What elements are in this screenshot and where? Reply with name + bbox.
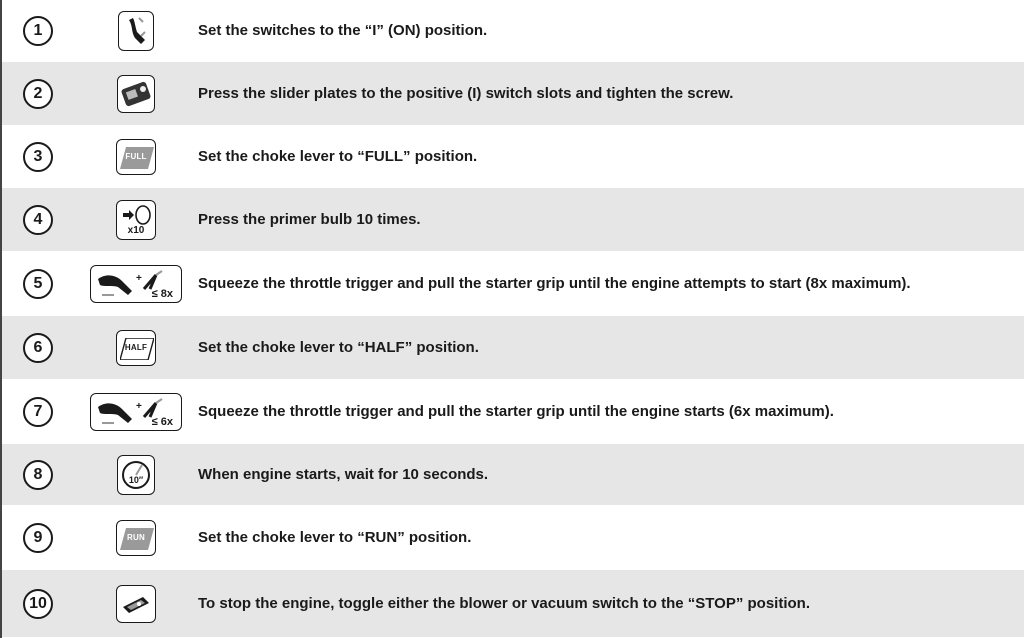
step-row: 1 Set the switches to the “I” (ON) posit… (2, 0, 1024, 62)
step-row: 10 To stop the engine, toggle either the… (2, 570, 1024, 638)
step-number: 7 (23, 396, 53, 427)
step-number: 8 (23, 459, 53, 490)
step-text: To stop the engine, toggle either the bl… (198, 594, 810, 612)
step-row: 8 10″ When engine starts, wait for 10 se… (2, 444, 1024, 506)
step-text: Press the primer bulb 10 times. (198, 210, 421, 228)
step-row: 5 + ≤ 8x Squeeze the throttle trigger an… (2, 252, 1024, 316)
svg-text:+: + (136, 401, 142, 412)
timer-label: 10″ (128, 474, 144, 485)
step-number: 9 (23, 522, 53, 553)
step-text: Press the slider plates to the positive … (198, 84, 734, 102)
step-text: Set the switches to the “I” (ON) positio… (198, 21, 488, 39)
step-number: 6 (23, 332, 53, 363)
instruction-table: 1 Set the switches to the “I” (ON) posit… (0, 0, 1024, 638)
step-number: 2 (23, 78, 53, 109)
step-number: 1 (23, 15, 53, 46)
step-number: 5 (23, 268, 53, 299)
step-number: 3 (23, 141, 53, 172)
step-row: 3 FULL Set the choke lever to “FULL” pos… (2, 126, 1024, 188)
step-row: 9 RUN Set the choke lever to “RUN” posit… (2, 506, 1024, 570)
choke-label: FULL (125, 152, 147, 161)
step-text: Set the choke lever to “RUN” position. (198, 528, 472, 546)
throttle-starter-icon: + ≤ 8x (90, 264, 182, 303)
choke-label: RUN (127, 533, 145, 542)
primer-bulb-icon: x10 (116, 199, 156, 240)
stop-switch-icon (116, 584, 156, 623)
slider-plate-icon (117, 74, 155, 113)
pull-count-label: ≤ 8x (151, 287, 173, 300)
step-text: Squeeze the throttle trigger and pull th… (198, 274, 911, 292)
svg-text:+: + (136, 273, 142, 284)
choke-full-icon: FULL (116, 138, 156, 175)
choke-run-icon: RUN (116, 519, 156, 556)
step-row: 6 HALF Set the choke lever to “HALF” pos… (2, 316, 1024, 380)
step-number: 4 (23, 204, 53, 235)
press-count-label: x10 (127, 224, 145, 236)
pull-count-label: ≤ 6x (151, 415, 173, 428)
choke-half-icon: HALF (116, 329, 156, 366)
switch-on-icon (118, 10, 154, 51)
step-text: Squeeze the throttle trigger and pull th… (198, 402, 834, 420)
step-number: 10 (23, 588, 53, 619)
choke-label: HALF (124, 343, 148, 352)
step-text: When engine starts, wait for 10 seconds. (198, 465, 489, 483)
step-text: Set the choke lever to “FULL” position. (198, 147, 478, 165)
step-row: 2 Press the slider plates to the positiv… (2, 62, 1024, 126)
step-row: 4 x10 Press the primer bulb 10 times. (2, 188, 1024, 252)
step-text: Set the choke lever to “HALF” position. (198, 338, 479, 356)
step-row: 7 + ≤ 6x Squeeze the throttle trigger an… (2, 380, 1024, 444)
throttle-starter-icon: + ≤ 6x (90, 392, 182, 431)
timer-icon: 10″ (117, 454, 155, 495)
